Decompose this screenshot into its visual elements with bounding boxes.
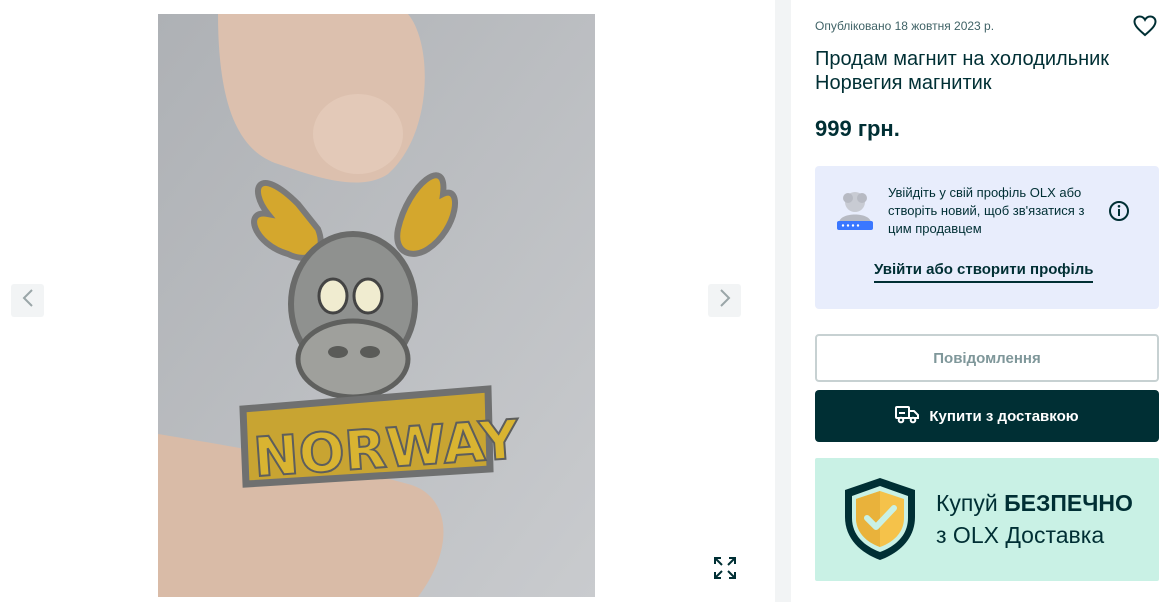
buy-with-delivery-button[interactable]: Купити з доставкою [815,390,1159,442]
heart-icon [1133,14,1157,42]
info-icon[interactable] [1108,200,1130,222]
ad-title: Продам магнит на холодильник Норвегия ма… [815,48,1110,94]
fullscreen-button[interactable] [708,553,742,587]
shield-check-icon [841,475,919,568]
gallery-next-button[interactable] [708,284,741,317]
product-photo[interactable]: NORWAY [158,14,595,597]
message-button[interactable]: Повідомлення [815,334,1159,382]
promo-headline: Купуй БЕЗПЕЧНО [936,490,1133,516]
login-link[interactable]: Увійти або створити профіль [874,261,1094,283]
column-divider [775,0,791,602]
ad-price: 999 грн. [815,116,900,141]
gallery-prev-button[interactable] [11,284,44,317]
promo-subline: з OLX Доставка [936,522,1105,548]
buy-button-label: Купити з доставкою [929,407,1079,425]
ad-details-panel: Опубліковано 18 жовтня 2023 р. Продам ма… [791,0,1165,602]
published-date: Опубліковано 18 жовтня 2023 р. [815,19,995,33]
favorite-button[interactable] [1132,14,1158,42]
login-prompt: Увійдіть у свій профіль OLX або створіть… [815,166,1159,309]
chevron-left-icon [21,288,35,313]
safe-delivery-banner[interactable]: Купуй БЕЗПЕЧНО з OLX Доставка [815,458,1159,581]
truck-icon [895,404,920,428]
image-gallery: NORWAY [0,0,775,602]
chevron-right-icon [718,288,732,313]
login-prompt-text: Увійдіть у свій профіль OLX або створіть… [888,185,1085,236]
user-avatar-icon [835,188,875,234]
expand-icon [713,556,737,585]
